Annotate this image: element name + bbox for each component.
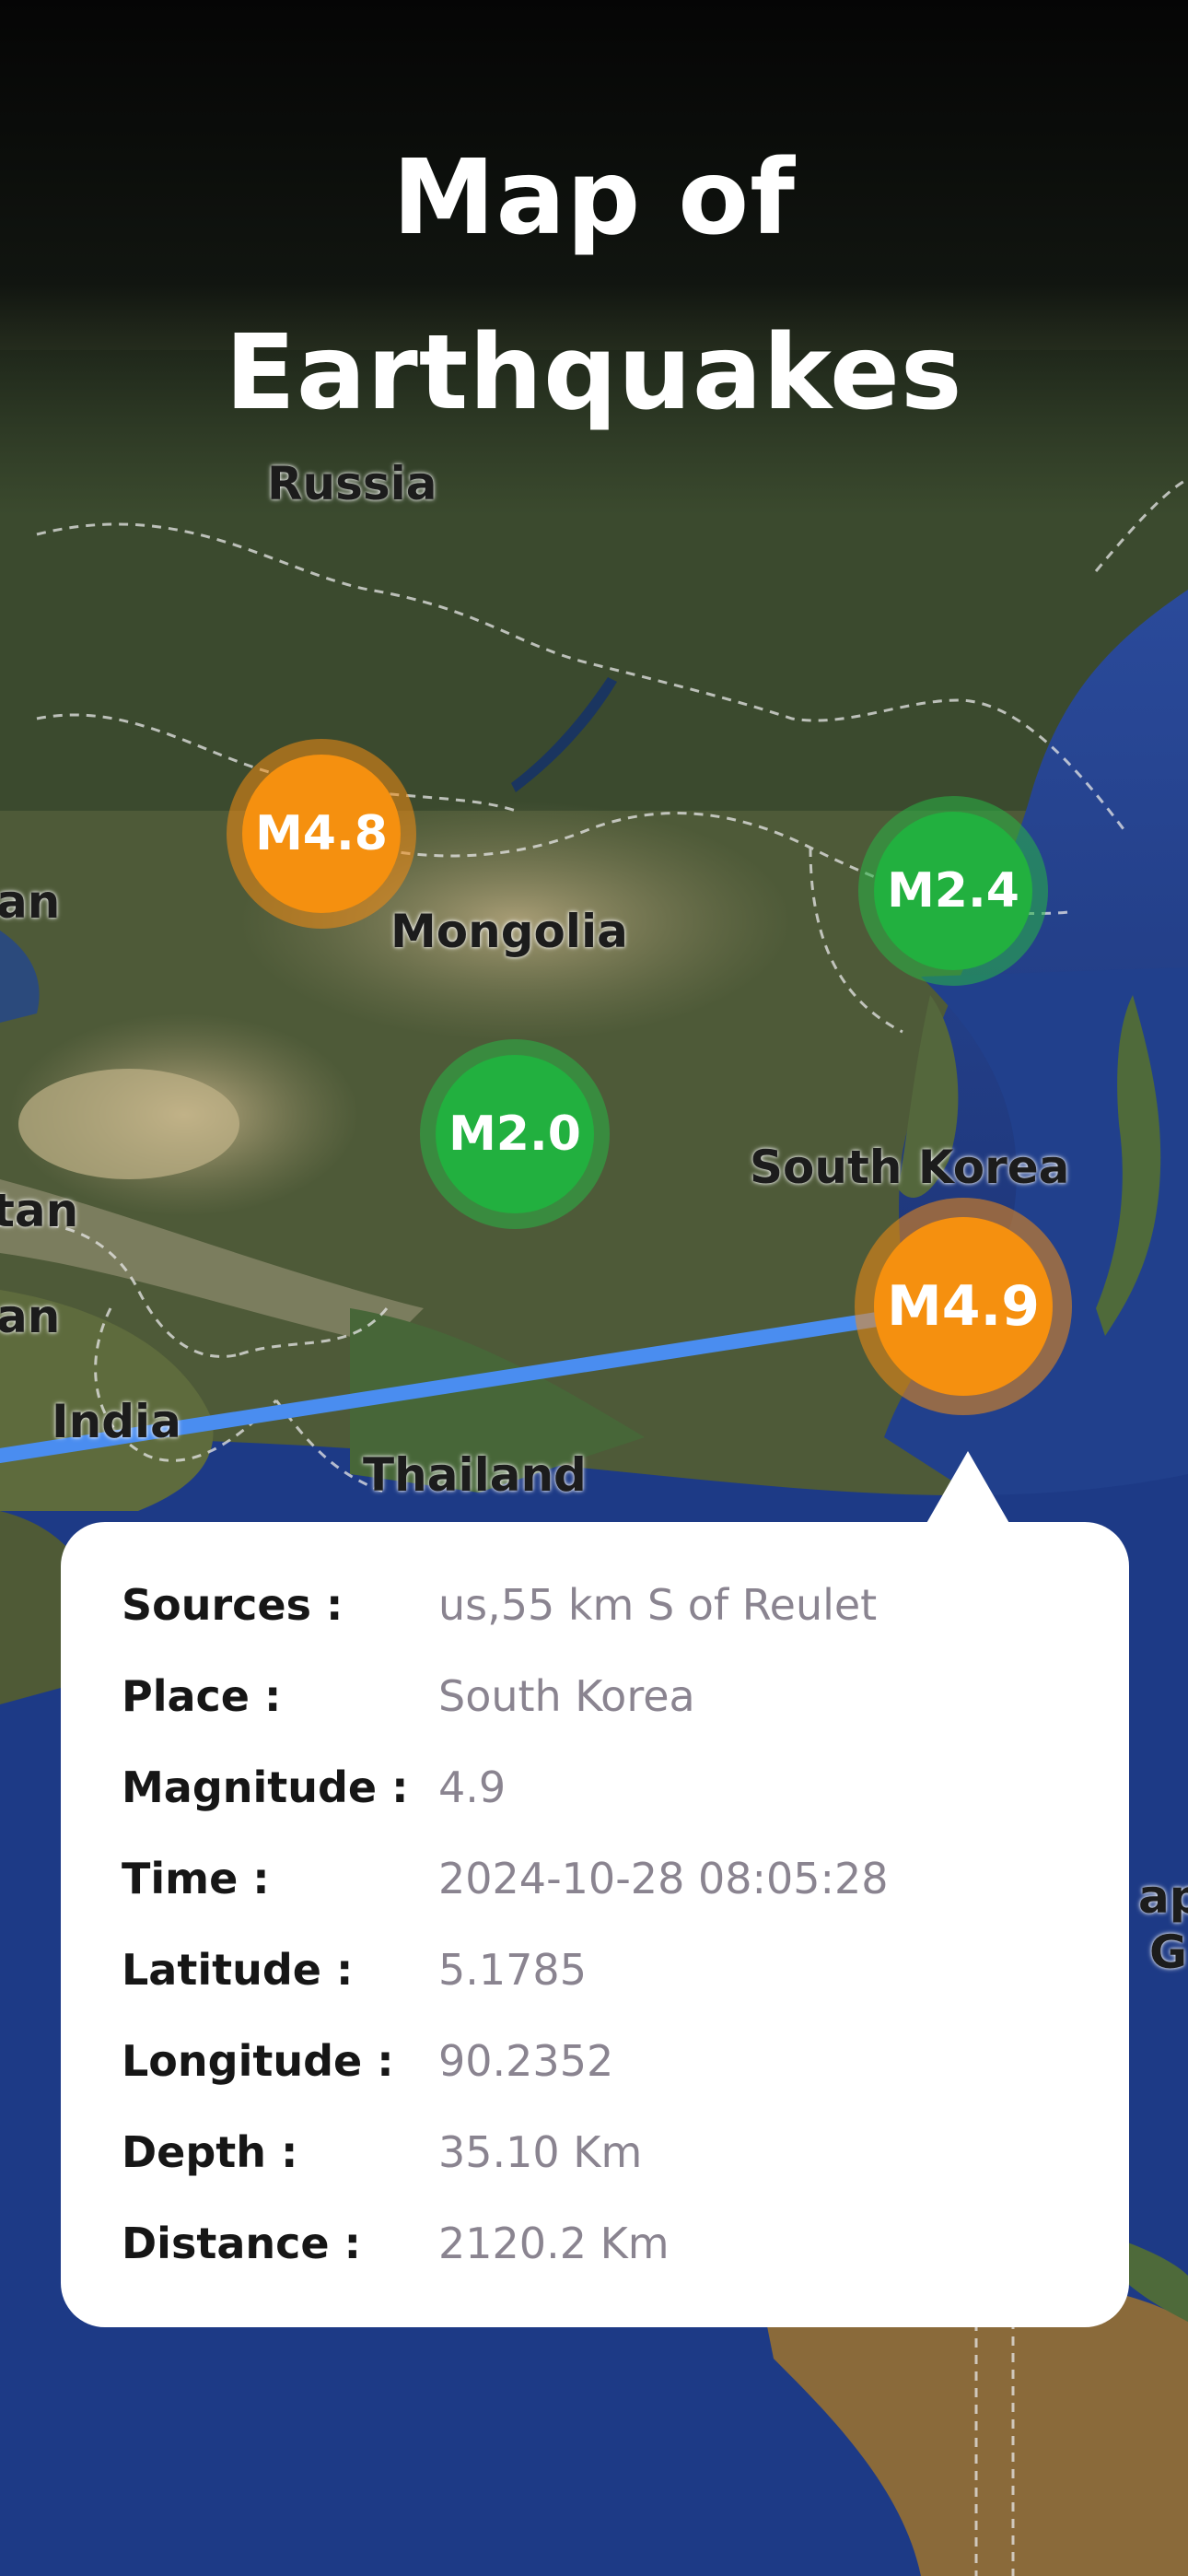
popup-pointer	[926, 1451, 1010, 1525]
detail-key: Time :	[122, 1854, 270, 1903]
detail-key: Latitude :	[122, 1945, 354, 1995]
map-label-russia: Russia	[267, 457, 437, 510]
map-label-edge: an	[0, 1290, 61, 1343]
detail-row-longitude: Longitude : 90.2352	[122, 2024, 1079, 2098]
detail-key: Longitude :	[122, 2036, 394, 2086]
detail-row-depth: Depth : 35.10 Km	[122, 2115, 1079, 2189]
map-label-edge: G	[1149, 1926, 1188, 1979]
map-label-edge: tan	[0, 1184, 79, 1237]
marker-label: M2.0	[436, 1055, 594, 1213]
detail-value: 90.2352	[438, 2036, 614, 2086]
title-line-1: Map of	[392, 138, 796, 258]
detail-value: 2120.2 Km	[438, 2219, 670, 2268]
map-label-thailand: Thailand	[363, 1448, 587, 1502]
detail-row-latitude: Latitude : 5.1785	[122, 1933, 1079, 2007]
detail-value: 4.9	[438, 1762, 507, 1812]
detail-key: Magnitude :	[122, 1762, 409, 1812]
earthquake-marker-selected[interactable]: M4.9	[855, 1198, 1072, 1415]
detail-value: us,55 km S of Reulet	[438, 1580, 878, 1630]
map-label-edge: an	[0, 875, 61, 929]
detail-row-time: Time : 2024-10-28 08:05:28	[122, 1842, 1079, 1915]
marker-label: M2.4	[874, 812, 1032, 970]
marker-label: M4.9	[874, 1217, 1053, 1396]
detail-key: Depth :	[122, 2127, 298, 2177]
map-label-mongolia: Mongolia	[390, 905, 628, 958]
map-label-edge: ap	[1138, 1870, 1188, 1924]
detail-value: 2024-10-28 08:05:28	[438, 1854, 889, 1903]
detail-row-place: Place : South Korea	[122, 1659, 1079, 1733]
detail-value: South Korea	[438, 1671, 695, 1721]
title-line-2: Earthquakes	[225, 313, 963, 433]
detail-row-sources: Sources : us,55 km S of Reulet	[122, 1568, 1079, 1642]
detail-value: 5.1785	[438, 1945, 587, 1995]
earthquake-marker[interactable]: M2.4	[858, 796, 1048, 986]
page-title: Map of Earthquakes	[0, 111, 1188, 461]
detail-key: Sources :	[122, 1580, 344, 1630]
detail-key: Place :	[122, 1671, 282, 1721]
detail-row-magnitude: Magnitude : 4.9	[122, 1751, 1079, 1824]
earthquake-marker[interactable]: M2.0	[420, 1039, 610, 1229]
detail-key: Distance :	[122, 2219, 361, 2268]
map-label-india: India	[52, 1395, 181, 1448]
earthquake-detail-card: Sources : us,55 km S of Reulet Place : S…	[61, 1522, 1129, 2327]
marker-label: M4.8	[242, 755, 401, 913]
detail-value: 35.10 Km	[438, 2127, 643, 2177]
map-label-south-korea: South Korea	[750, 1141, 1070, 1194]
detail-row-distance: Distance : 2120.2 Km	[122, 2207, 1079, 2280]
earthquake-marker[interactable]: M4.8	[227, 739, 416, 929]
